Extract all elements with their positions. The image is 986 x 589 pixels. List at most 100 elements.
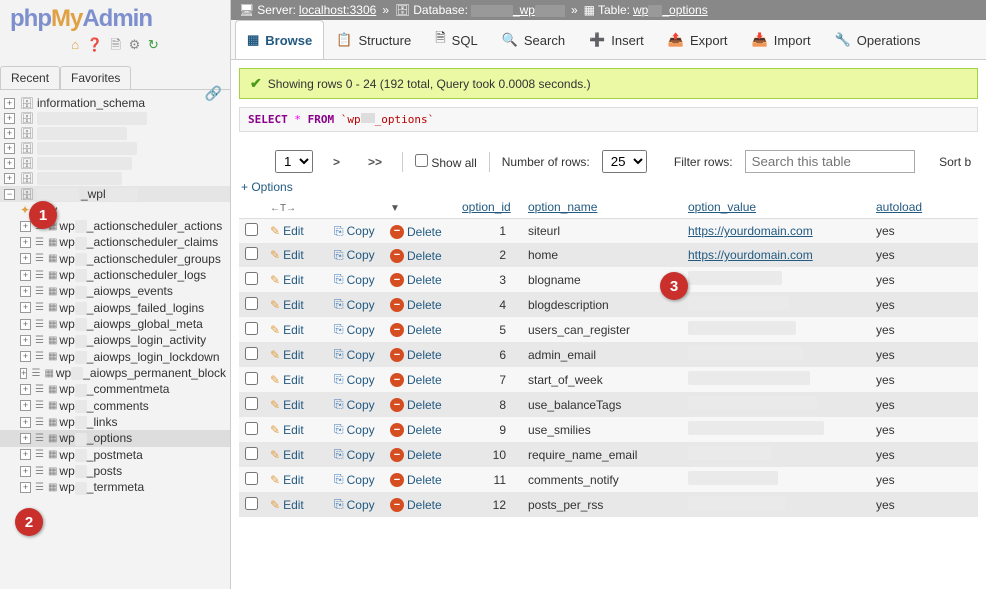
delete-button[interactable]: − Delete	[390, 298, 442, 312]
tree-table-item[interactable]: +☰▦wp_actionscheduler_claims	[0, 234, 230, 250]
sort-icon[interactable]: ←T→	[270, 203, 296, 214]
copy-button[interactable]: ⎘ Copy	[334, 297, 375, 312]
col-option-name[interactable]: option_name	[522, 196, 682, 219]
db-masked-2[interactable]: +🗄	[0, 126, 230, 141]
copy-button[interactable]: ⎘ Copy	[334, 347, 375, 362]
delete-button[interactable]: − Delete	[390, 273, 442, 287]
expand-icon[interactable]: +	[4, 158, 15, 169]
filter-input[interactable]	[745, 150, 915, 173]
tree-table-item[interactable]: +☰▦wp_aiowps_events	[0, 283, 230, 299]
tab-recent[interactable]: Recent	[0, 66, 60, 89]
expand-icon[interactable]: +	[20, 417, 31, 428]
expand-icon[interactable]: +	[20, 319, 31, 330]
delete-button[interactable]: − Delete	[390, 423, 442, 437]
row-checkbox[interactable]	[245, 347, 258, 360]
edit-button[interactable]: ✎ Edit	[270, 248, 304, 262]
delete-button[interactable]: − Delete	[390, 448, 442, 462]
db-masked-3[interactable]: +🗄	[0, 141, 230, 156]
edit-button[interactable]: ✎ Edit	[270, 498, 304, 512]
copy-button[interactable]: ⎘ Copy	[334, 322, 375, 337]
expand-icon[interactable]: +	[20, 302, 31, 313]
menu-browse[interactable]: ▦Browse	[235, 20, 324, 59]
row-checkbox[interactable]	[245, 223, 258, 236]
copy-button[interactable]: ⎘ Copy	[334, 422, 375, 437]
delete-button[interactable]: − Delete	[390, 323, 442, 337]
option-value-link[interactable]: https://yourdomain.com	[688, 224, 813, 238]
copy-button[interactable]: ⎘ Copy	[334, 472, 375, 487]
expand-icon[interactable]: +	[20, 335, 31, 346]
row-checkbox[interactable]	[245, 322, 258, 335]
expand-icon[interactable]: +	[4, 173, 15, 184]
rows-select[interactable]: 25	[602, 150, 647, 173]
tree-table-item[interactable]: +☰▦wp_commentmeta	[0, 381, 230, 397]
copy-button[interactable]: ⎘ Copy	[334, 272, 375, 287]
db-selected[interactable]: −🗄_wpl	[0, 186, 230, 202]
db-masked-4[interactable]: +🗄	[0, 156, 230, 171]
tree-table-item[interactable]: +☰▦wp_aiowps_login_lockdown	[0, 349, 230, 365]
edit-button[interactable]: ✎ Edit	[270, 298, 304, 312]
expand-icon[interactable]: +	[20, 368, 27, 379]
edit-button[interactable]: ✎ Edit	[270, 224, 304, 238]
row-checkbox[interactable]	[245, 397, 258, 410]
tree-table-item[interactable]: +☰▦wp_options	[0, 430, 230, 446]
delete-button[interactable]: − Delete	[390, 498, 442, 512]
collapse-icon[interactable]: −	[4, 189, 15, 200]
copy-button[interactable]: ⎘ Copy	[334, 397, 375, 412]
row-checkbox[interactable]	[245, 372, 258, 385]
edit-button[interactable]: ✎ Edit	[270, 323, 304, 337]
expand-icon[interactable]: +	[20, 400, 31, 411]
tree-table-item[interactable]: +☰▦wp_aiowps_permanent_block	[0, 365, 230, 381]
db-masked-5[interactable]: +🗄	[0, 171, 230, 186]
tree-table-item[interactable]: +☰▦wp_aiowps_failed_logins	[0, 300, 230, 316]
menu-sql[interactable]: 🗎SQL	[423, 20, 489, 59]
delete-button[interactable]: − Delete	[390, 373, 442, 387]
expand-icon[interactable]: +	[20, 253, 31, 264]
copy-button[interactable]: ⎘ Copy	[334, 372, 375, 387]
docs-icon[interactable]: 🗎	[111, 37, 121, 52]
tree-table-item[interactable]: +☰▦wp_actionscheduler_groups	[0, 251, 230, 267]
row-checkbox[interactable]	[245, 272, 258, 285]
show-all-checkbox[interactable]	[415, 154, 428, 167]
link-icon[interactable]: 🔗	[205, 85, 222, 102]
delete-button[interactable]: − Delete	[390, 249, 442, 263]
expand-icon[interactable]: +	[20, 449, 31, 460]
edit-button[interactable]: ✎ Edit	[270, 473, 304, 487]
option-value-link[interactable]: https://yourdomain.com	[688, 248, 813, 262]
tree-table-item[interactable]: +☰▦wp_posts	[0, 463, 230, 479]
tree-table-item[interactable]: +☰▦wp_postmeta	[0, 447, 230, 463]
bc-server[interactable]: localhost:3306	[299, 3, 376, 17]
menu-import[interactable]: 📥Import	[740, 20, 823, 59]
expand-icon[interactable]: +	[20, 237, 31, 248]
menu-export[interactable]: 📤Export	[656, 20, 740, 59]
delete-button[interactable]: − Delete	[390, 398, 442, 412]
options-link[interactable]: + Options	[239, 180, 293, 194]
expand-icon[interactable]: +	[20, 221, 31, 232]
tree-table-item[interactable]: +☰▦wp_termmeta	[0, 479, 230, 495]
copy-button[interactable]: ⎘ Copy	[334, 248, 375, 263]
expand-icon[interactable]: +	[20, 433, 31, 444]
settings-icon[interactable]: ⚙	[129, 37, 141, 52]
next-page-button[interactable]: >	[325, 153, 348, 171]
expand-icon[interactable]: +	[4, 128, 15, 139]
row-checkbox[interactable]	[245, 422, 258, 435]
expand-icon[interactable]: +	[20, 384, 31, 395]
tree-table-item[interactable]: +☰▦wp_links	[0, 414, 230, 430]
menu-operations[interactable]: 🔧Operations	[823, 20, 933, 59]
menu-insert[interactable]: ➕Insert	[577, 20, 656, 59]
edit-button[interactable]: ✎ Edit	[270, 273, 304, 287]
reload-icon[interactable]: ↻	[148, 37, 159, 52]
row-checkbox[interactable]	[245, 447, 258, 460]
db-masked-1[interactable]: +🗄	[0, 111, 230, 126]
tree-table-item[interactable]: +☰▦wp_aiowps_login_activity	[0, 332, 230, 348]
db-information-schema[interactable]: +🗄information_schema	[0, 95, 230, 111]
expand-icon[interactable]: +	[4, 143, 15, 154]
col-option-value[interactable]: option_value	[682, 196, 870, 219]
edit-button[interactable]: ✎ Edit	[270, 398, 304, 412]
row-checkbox[interactable]	[245, 497, 258, 510]
tree-table-item[interactable]: +☰▦wp_aiowps_global_meta	[0, 316, 230, 332]
logout-icon[interactable]: ❓	[87, 37, 103, 52]
expand-icon[interactable]: +	[20, 466, 31, 477]
expand-icon[interactable]: +	[20, 482, 31, 493]
expand-icon[interactable]: +	[4, 98, 15, 109]
col-option-id[interactable]: option_id	[456, 196, 522, 219]
